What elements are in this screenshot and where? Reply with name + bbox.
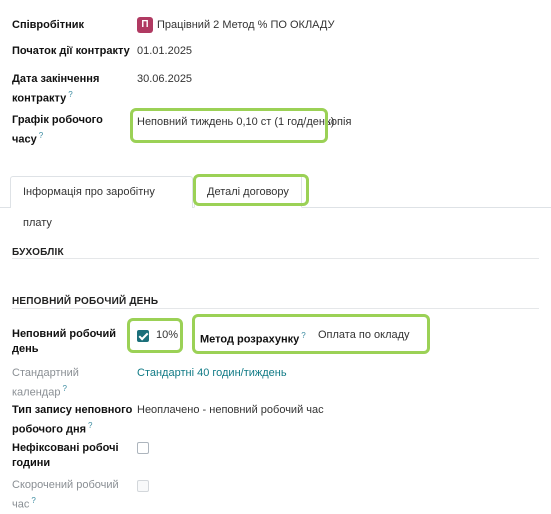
contract-end-label-line2: контракту (12, 92, 67, 105)
contract-start-label: Початок дії контракту (12, 45, 130, 57)
help-icon[interactable]: ? (39, 131, 43, 140)
unfixed-hours-label-line1: Нефіксовані робочі (12, 442, 119, 454)
section-separator (12, 258, 539, 259)
employee-field[interactable]: П Працівний 2 Метод % ПО ОКЛАДУ (137, 17, 334, 33)
part-time-day-label: Неповний робочий день (12, 327, 116, 357)
entry-type-field[interactable]: Неоплачено - неповний робочий час (137, 403, 324, 418)
unfixed-hours-label: Нефіксовані робочі години (12, 441, 119, 471)
reduced-time-label-line1: Скорочений робочий (12, 479, 119, 491)
contract-end-label: Дата закінчення контракту? (12, 72, 99, 107)
part-time-day-label-line2: день (12, 343, 39, 355)
entry-type-label-line1: Тип запису неповного (12, 404, 133, 416)
help-icon[interactable]: ? (88, 421, 92, 430)
work-schedule-label-line1: Графік робочого (12, 114, 103, 126)
part-time-day-label-line1: Неповний робочий (12, 328, 117, 340)
standard-calendar-label-line2: календар (12, 386, 61, 399)
contract-start-field[interactable]: 01.01.2025 (137, 44, 192, 59)
work-schedule-label-line2: часу (12, 133, 37, 146)
avatar: П (137, 17, 153, 33)
section-part-time: НЕПОВНИЙ РОБОЧИЙ ДЕНЬ (12, 296, 159, 307)
employee-label: Співробітник (12, 19, 84, 31)
help-icon[interactable]: ? (31, 496, 35, 505)
unfixed-hours-checkbox[interactable] (137, 442, 149, 454)
highlight-frame (127, 318, 183, 353)
standard-calendar-label-line1: Стандартний (12, 367, 79, 379)
highlight-frame (192, 314, 430, 354)
contract-end-field[interactable]: 30.06.2025 (137, 72, 192, 87)
employee-name[interactable]: Працівний 2 Метод % ПО ОКЛАДУ (157, 19, 334, 31)
standard-calendar-label: Стандартний календар? (12, 366, 79, 401)
contract-end-label-line1: Дата закінчення (12, 73, 100, 85)
help-icon[interactable]: ? (62, 384, 66, 393)
unfixed-hours-label-line2: години (12, 457, 51, 469)
entry-type-label-line2: робочого дня (12, 423, 87, 436)
highlight-frame (193, 174, 309, 206)
standard-calendar-link[interactable]: Стандартні 40 годин/тиждень (137, 366, 287, 381)
section-separator (12, 308, 539, 309)
reduced-time-checkbox (137, 480, 149, 492)
section-accounting: БУХОБЛІК (12, 247, 64, 258)
entry-type-label: Тип запису неповного робочого дня? (12, 403, 132, 438)
reduced-time-label-line2: час (12, 498, 30, 511)
help-icon[interactable]: ? (68, 90, 72, 99)
tab-salary-info[interactable]: Інформація про заробітну плату (10, 176, 193, 229)
work-schedule-suffix: копія (326, 116, 352, 128)
highlight-frame (130, 108, 328, 143)
reduced-time-label: Скорочений робочий час? (12, 478, 119, 513)
work-schedule-label: Графік робочого часу? (12, 113, 103, 148)
